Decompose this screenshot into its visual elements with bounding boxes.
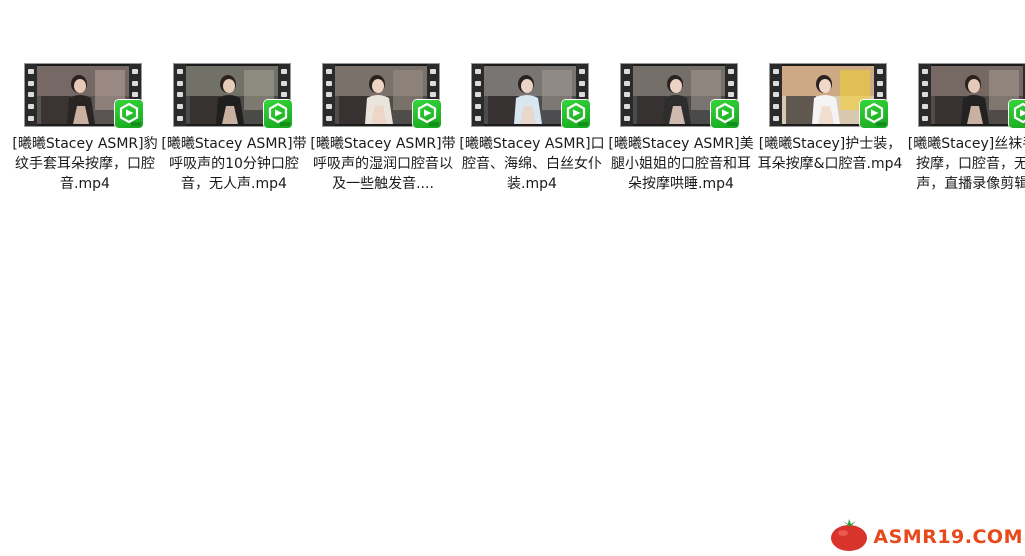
watermark-text: ASMR19.COM bbox=[873, 526, 1023, 548]
file-item[interactable]: [曦曦Stacey]丝袜手套按摩，口腔音，无人声，直播录像剪辑... bbox=[904, 58, 1025, 218]
filmstrip-sprockets-left bbox=[621, 64, 633, 126]
video-thumbnail[interactable] bbox=[174, 64, 294, 130]
video-thumbnail[interactable] bbox=[323, 64, 443, 130]
file-name-label: [曦曦Stacey]护士装，耳朵按摩&口腔音.mp4 bbox=[757, 136, 903, 172]
video-player-app-icon bbox=[562, 100, 590, 128]
file-item[interactable]: [曦曦Stacey ASMR]口腔音、海绵、白丝女仆装.mp4 bbox=[457, 58, 605, 218]
filmstrip-sprockets-left bbox=[174, 64, 186, 126]
video-thumbnail[interactable] bbox=[472, 64, 592, 130]
watermark: ASMR19.COM bbox=[829, 518, 1023, 556]
file-name-label: [曦曦Stacey ASMR]带呼吸声的10分钟口腔音，无人声.mp4 bbox=[161, 136, 307, 192]
video-thumbnail[interactable] bbox=[919, 64, 1025, 130]
video-thumbnail[interactable] bbox=[621, 64, 741, 130]
file-item[interactable]: [曦曦Stacey]护士装，耳朵按摩&口腔音.mp4 bbox=[755, 58, 902, 218]
file-item[interactable]: [曦曦Stacey ASMR]带呼吸声的10分钟口腔音，无人声.mp4 bbox=[159, 58, 307, 218]
file-name-label: [曦曦Stacey ASMR]带呼吸声的湿润口腔音以及一些触发音.... bbox=[310, 136, 456, 192]
tomato-logo-icon bbox=[829, 518, 871, 556]
filmstrip-sprockets-left bbox=[919, 64, 931, 126]
file-item[interactable]: [曦曦Stacey ASMR]美腿小姐姐的口腔音和耳朵按摩哄睡.mp4 bbox=[606, 58, 754, 218]
video-player-app-icon bbox=[860, 100, 888, 128]
filmstrip-sprockets-left bbox=[770, 64, 782, 126]
video-player-app-icon bbox=[711, 100, 739, 128]
file-name-label: [曦曦Stacey ASMR]口腔音、海绵、白丝女仆装.mp4 bbox=[459, 136, 605, 192]
filmstrip-sprockets-left bbox=[25, 64, 37, 126]
file-name-label: [曦曦Stacey ASMR]美腿小姐姐的口腔音和耳朵按摩哄睡.mp4 bbox=[608, 136, 754, 192]
file-name-label: [曦曦Stacey]丝袜手套按摩，口腔音，无人声，直播录像剪辑... bbox=[907, 136, 1025, 192]
filmstrip-sprockets-left bbox=[323, 64, 335, 126]
filmstrip-sprockets-left bbox=[472, 64, 484, 126]
video-player-app-icon bbox=[1009, 100, 1025, 128]
video-player-app-icon bbox=[264, 100, 292, 128]
file-item[interactable]: [曦曦Stacey ASMR]豹纹手套耳朵按摩，口腔音.mp4 bbox=[10, 58, 158, 218]
file-name-label: [曦曦Stacey ASMR]豹纹手套耳朵按摩，口腔音.mp4 bbox=[12, 136, 158, 192]
video-thumbnail[interactable] bbox=[25, 64, 145, 130]
video-player-app-icon bbox=[115, 100, 143, 128]
file-explorer-view: [曦曦Stacey ASMR]豹纹手套耳朵按摩，口腔音.mp4 [曦曦Stace… bbox=[0, 0, 1025, 556]
file-item[interactable]: [曦曦Stacey ASMR]带呼吸声的湿润口腔音以及一些触发音.... bbox=[308, 58, 456, 218]
video-thumbnail[interactable] bbox=[770, 64, 890, 130]
video-player-app-icon bbox=[413, 100, 441, 128]
